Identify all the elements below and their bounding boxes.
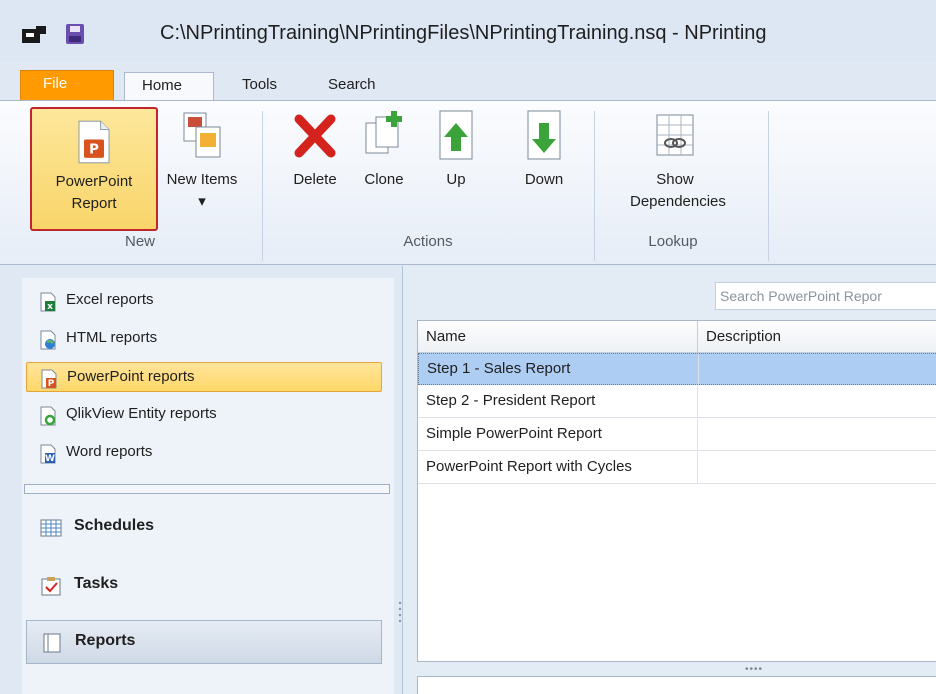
svg-text:x: x	[47, 302, 53, 312]
column-header-description[interactable]: Description	[698, 321, 936, 353]
tab-tools[interactable]: Tools	[232, 72, 287, 100]
nav-section-label: Reports	[75, 632, 136, 649]
nav-item-powerpoint-reports[interactable]: P PowerPoint reports	[26, 362, 382, 392]
show-dependencies-label: Show Dependencies	[630, 171, 726, 210]
save-icon[interactable]	[66, 24, 84, 44]
group-label-lookup: Lookup	[648, 233, 698, 250]
group-label-actions: Actions	[403, 233, 453, 250]
cell-name: Step 1 - Sales Report	[419, 354, 699, 386]
down-button[interactable]: Down	[506, 109, 582, 191]
qlikview-icon	[40, 406, 56, 426]
ribbon-tabs: File Home Tools Search	[0, 62, 936, 100]
details-panel	[417, 676, 936, 694]
window-title: C:\NPrintingTraining\NPrintingFiles\NPri…	[160, 22, 767, 44]
down-arrow-icon	[527, 110, 561, 160]
cell-description	[698, 386, 936, 418]
powerpoint-report-button[interactable]: P PowerPoint Report	[30, 107, 158, 231]
table-row[interactable]: PowerPoint Report with Cycles	[418, 452, 936, 484]
new-items-icon	[183, 112, 221, 158]
grid-header: Name Description	[418, 321, 936, 353]
new-items-button[interactable]: New Items ▾	[162, 109, 242, 213]
content-pane: Search PowerPoint Repor Name Description…	[402, 266, 936, 694]
nav-section-reports[interactable]: Reports	[26, 620, 382, 664]
nav-section-label: Schedules	[74, 517, 155, 534]
table-row[interactable]: Simple PowerPoint Report	[418, 419, 936, 451]
powerpoint-report-icon: P	[78, 120, 110, 164]
splitter-grip[interactable]: ••••	[745, 664, 763, 675]
nav-section-tasks[interactable]: Tasks	[26, 564, 382, 608]
tasks-icon	[41, 577, 61, 596]
powerpoint-icon: P	[41, 369, 57, 389]
cell-name: Step 2 - President Report	[418, 386, 698, 418]
nav-item-qlikview-entity-reports[interactable]: QlikView Entity reports	[26, 400, 382, 430]
navigation-pane: x Excel reports HTML reports P PowerPoin…	[22, 278, 394, 694]
delete-button[interactable]: Delete	[280, 109, 350, 191]
delete-icon	[294, 114, 336, 158]
ribbon-separator	[768, 111, 769, 261]
reports-icon	[43, 633, 61, 653]
table-row[interactable]: Step 1 - Sales Report	[418, 353, 936, 386]
group-label-new: New	[124, 233, 155, 250]
nav-item-label: HTML reports	[66, 329, 158, 346]
ribbon-separator	[594, 111, 595, 261]
tab-search[interactable]: Search	[318, 72, 386, 100]
ribbon: P PowerPoint Report New Items ▾ Delete C…	[0, 100, 936, 265]
cell-name: Simple PowerPoint Report	[418, 419, 698, 451]
schedules-icon	[40, 519, 62, 537]
html-icon	[40, 330, 56, 350]
table-row[interactable]: Step 2 - President Report	[418, 386, 936, 418]
pane-splitter[interactable]	[24, 484, 390, 494]
delete-label: Delete	[293, 171, 337, 188]
clone-label: Clone	[364, 171, 404, 188]
up-label: Up	[446, 171, 466, 188]
clone-icon	[365, 111, 402, 154]
powerpoint-report-label: PowerPoint Report	[55, 173, 133, 212]
down-label: Down	[524, 171, 564, 188]
svg-text:P: P	[89, 143, 99, 158]
nav-item-label: QlikView Entity reports	[66, 405, 217, 422]
title-bar: C:\NPrintingTraining\NPrintingFiles\NPri…	[0, 0, 936, 62]
nav-section-schedules[interactable]: Schedules	[26, 506, 382, 550]
app-icon[interactable]	[22, 26, 46, 44]
ribbon-separator	[262, 111, 263, 261]
column-header-name[interactable]: Name	[418, 321, 698, 353]
word-icon: W	[40, 444, 56, 464]
up-button[interactable]: Up	[426, 109, 486, 191]
svg-text:P: P	[48, 379, 55, 389]
up-arrow-icon	[439, 110, 473, 160]
nav-item-label: Word reports	[66, 443, 153, 460]
excel-icon: x	[40, 292, 56, 312]
svg-text:W: W	[45, 454, 55, 464]
nav-section-label: Tasks	[74, 575, 119, 592]
nav-item-word-reports[interactable]: W Word reports	[26, 438, 382, 468]
tab-file[interactable]: File	[20, 70, 114, 100]
nav-item-excel-reports[interactable]: x Excel reports	[26, 286, 382, 316]
cell-description	[698, 452, 936, 484]
nav-item-label: PowerPoint reports	[67, 368, 195, 385]
new-items-label: New Items ▾	[166, 171, 238, 210]
search-input[interactable]: Search PowerPoint Repor	[715, 282, 936, 310]
cell-name: PowerPoint Report with Cycles	[418, 452, 698, 484]
nav-item-html-reports[interactable]: HTML reports	[26, 324, 382, 354]
cell-description	[698, 419, 936, 451]
reports-grid: Name Description Step 1 - Sales Report S…	[417, 320, 936, 662]
tab-home[interactable]: Home	[124, 72, 214, 100]
clone-button[interactable]: Clone	[352, 109, 416, 191]
dependencies-icon	[656, 114, 694, 156]
show-dependencies-button[interactable]: Show Dependencies	[600, 109, 750, 213]
cell-description	[699, 354, 936, 386]
nav-item-label: Excel reports	[66, 291, 154, 308]
